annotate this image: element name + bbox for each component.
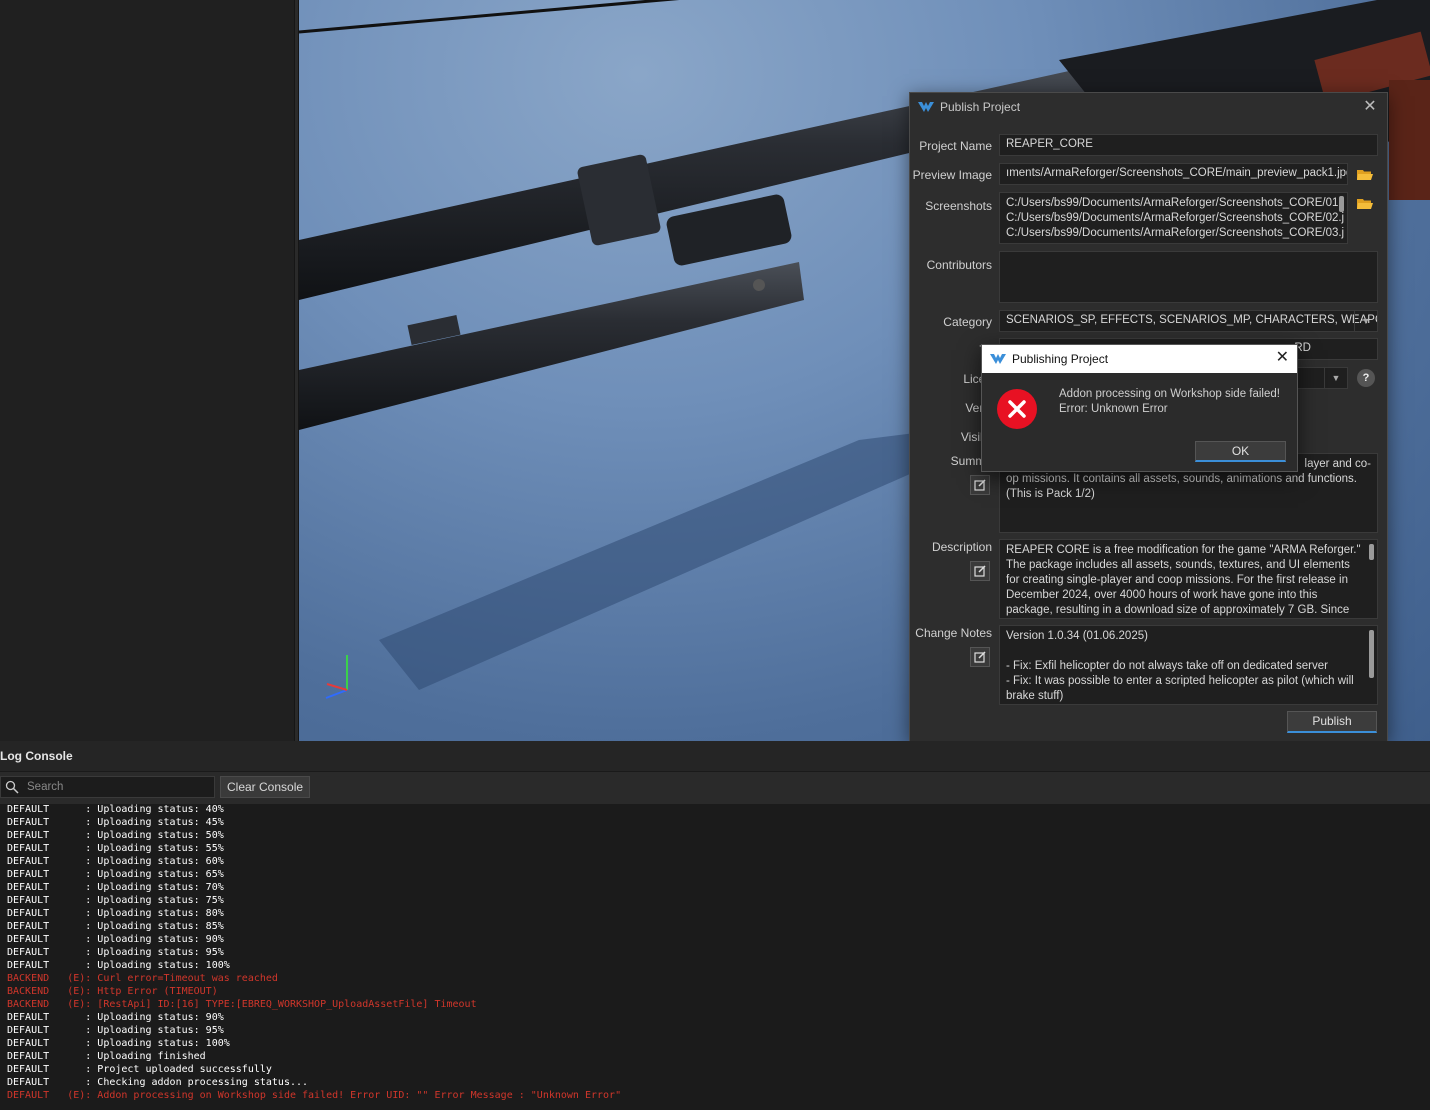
log-line: DEFAULT : Uploading status: 45% bbox=[7, 817, 224, 828]
log-line: DEFAULT : Uploading status: 70% bbox=[7, 882, 224, 893]
log-line: DEFAULT : Uploading status: 65% bbox=[7, 869, 224, 880]
label-category: Category bbox=[943, 315, 992, 329]
label-change-notes: Change Notes bbox=[915, 626, 992, 640]
change-notes-fix-2: - Fix: It was possible to enter a script… bbox=[1006, 675, 1354, 702]
chevron-down-icon: ▼ bbox=[1354, 311, 1377, 331]
error-icon bbox=[997, 389, 1037, 429]
publish-button[interactable]: Publish bbox=[1287, 711, 1377, 733]
app-logo-icon bbox=[990, 354, 1006, 364]
log-line: DEFAULT : Uploading status: 95% bbox=[7, 947, 224, 958]
log-line: DEFAULT : Uploading finished bbox=[7, 1051, 206, 1062]
description-scrollbar[interactable] bbox=[1369, 544, 1374, 560]
search-placeholder: Search bbox=[27, 781, 64, 793]
log-console: Log Console Search Clear Console DEFAULT… bbox=[0, 741, 1430, 1110]
log-line: DEFAULT : Uploading status: 75% bbox=[7, 895, 224, 906]
close-icon[interactable]: ✕ bbox=[1361, 98, 1379, 116]
ok-button[interactable]: OK bbox=[1195, 441, 1286, 462]
publish-dialog-title: Publish Project bbox=[940, 100, 1021, 114]
log-line: DEFAULT : Uploading status: 100% bbox=[7, 960, 230, 971]
category-dropdown[interactable]: SCENARIOS_SP, EFFECTS, SCENARIOS_MP, CHA… bbox=[999, 310, 1378, 332]
log-line: DEFAULT : Uploading status: 40% bbox=[7, 804, 224, 815]
publish-dialog-titlebar[interactable]: Publish Project bbox=[910, 93, 1387, 121]
modal-titlebar[interactable]: Publishing Project bbox=[982, 345, 1297, 373]
change-notes-version: Version 1.0.34 (01.06.2025) bbox=[1006, 630, 1148, 642]
description-field[interactable]: REAPER CORE is a free modification for t… bbox=[999, 539, 1378, 619]
preview-image-browse-button[interactable] bbox=[1354, 163, 1376, 185]
license-help-icon[interactable]: ? bbox=[1357, 369, 1375, 387]
log-line: DEFAULT : Project uploaded successfully bbox=[7, 1064, 272, 1075]
log-line: DEFAULT : Uploading status: 90% bbox=[7, 1012, 224, 1023]
label-project-name: Project Name bbox=[919, 139, 992, 153]
label-preview-image: Preview Image bbox=[912, 168, 992, 182]
preview-image-field[interactable]: ıments/ArmaReforger/Screenshots_CORE/mai… bbox=[999, 163, 1348, 185]
log-line: DEFAULT : Uploading status: 55% bbox=[7, 843, 224, 854]
console-toolbar: Search Clear Console bbox=[0, 772, 1430, 804]
edit-icon bbox=[974, 651, 986, 663]
log-line: DEFAULT (E): Addon processing on Worksho… bbox=[7, 1090, 622, 1101]
change-notes-field[interactable]: Version 1.0.34 (01.06.2025) - Fix: Exfil… bbox=[999, 625, 1378, 705]
log-output[interactable]: DEFAULT : Uploading status: 40% DEFAULT :… bbox=[0, 803, 1430, 1110]
search-icon bbox=[5, 780, 19, 794]
change-notes-scrollbar[interactable] bbox=[1369, 630, 1374, 678]
modal-title: Publishing Project bbox=[1012, 352, 1109, 366]
screenshot-item[interactable]: C:/Users/bs99/Documents/ArmaReforger/Scr… bbox=[1006, 226, 1344, 241]
console-search-input[interactable]: Search bbox=[0, 776, 215, 798]
description-text: REAPER CORE is a free modification for t… bbox=[1006, 544, 1361, 616]
log-line: DEFAULT : Uploading status: 80% bbox=[7, 908, 224, 919]
edit-icon bbox=[974, 479, 986, 491]
log-line: DEFAULT : Uploading status: 95% bbox=[7, 1025, 224, 1036]
left-panel bbox=[0, 0, 294, 741]
summary-text: op missions. It contains all assets, sou… bbox=[1006, 473, 1357, 500]
contributors-field[interactable] bbox=[999, 251, 1378, 303]
category-value: SCENARIOS_SP, EFFECTS, SCENARIOS_MP, CHA… bbox=[1006, 314, 1378, 326]
folder-icon bbox=[1357, 198, 1373, 209]
log-line: BACKEND (E): [RestApi] ID:[16] TYPE:[EBR… bbox=[7, 999, 477, 1010]
log-line: DEFAULT : Uploading status: 60% bbox=[7, 856, 224, 867]
screenshots-browse-button[interactable] bbox=[1354, 192, 1376, 214]
log-line: DEFAULT : Uploading status: 50% bbox=[7, 830, 224, 841]
label-screenshots: Screenshots bbox=[925, 199, 992, 213]
description-edit-button[interactable] bbox=[970, 561, 990, 581]
publishing-error-modal: Publishing Project ✕ Addon processing on… bbox=[981, 344, 1298, 472]
summary-edit-button[interactable] bbox=[970, 475, 990, 495]
edit-icon bbox=[974, 565, 986, 577]
log-line: DEFAULT : Uploading status: 85% bbox=[7, 921, 224, 932]
log-console-title: Log Console bbox=[0, 741, 1430, 772]
error-message: Addon processing on Workshop side failed… bbox=[1059, 387, 1280, 417]
label-contributors: Contributors bbox=[926, 258, 992, 272]
log-line: DEFAULT : Uploading status: 100% bbox=[7, 1038, 230, 1049]
project-name-field[interactable]: REAPER_CORE bbox=[999, 134, 1378, 156]
label-description: Description bbox=[931, 540, 992, 554]
screenshot-item[interactable]: C:/Users/bs99/Documents/ArmaReforger/Scr… bbox=[1006, 196, 1344, 211]
screenshot-item[interactable]: C:/Users/bs99/Documents/ArmaReforger/Scr… bbox=[1006, 211, 1344, 226]
error-message-line-1: Addon processing on Workshop side failed… bbox=[1059, 388, 1280, 400]
chevron-down-icon: ▼ bbox=[1324, 368, 1347, 388]
log-line: BACKEND (E): Curl error=Timeout was reac… bbox=[7, 973, 278, 984]
log-line: DEFAULT : Uploading status: 90% bbox=[7, 934, 224, 945]
clear-console-button[interactable]: Clear Console bbox=[220, 776, 311, 798]
screenshots-list[interactable]: C:/Users/bs99/Documents/ArmaReforger/Scr… bbox=[999, 192, 1348, 244]
close-icon[interactable]: ✕ bbox=[1276, 349, 1289, 367]
app-logo-icon bbox=[918, 102, 934, 112]
log-line: BACKEND (E): Http Error (TIMEOUT) bbox=[7, 986, 218, 997]
log-line: DEFAULT : Checking addon processing stat… bbox=[7, 1077, 309, 1088]
error-message-line-2: Error: Unknown Error bbox=[1059, 403, 1168, 415]
folder-icon bbox=[1357, 169, 1373, 180]
change-notes-edit-button[interactable] bbox=[970, 647, 990, 667]
screenshots-scrollbar[interactable] bbox=[1339, 196, 1344, 212]
change-notes-fix-1: - Fix: Exfil helicopter do not always ta… bbox=[1006, 660, 1328, 672]
